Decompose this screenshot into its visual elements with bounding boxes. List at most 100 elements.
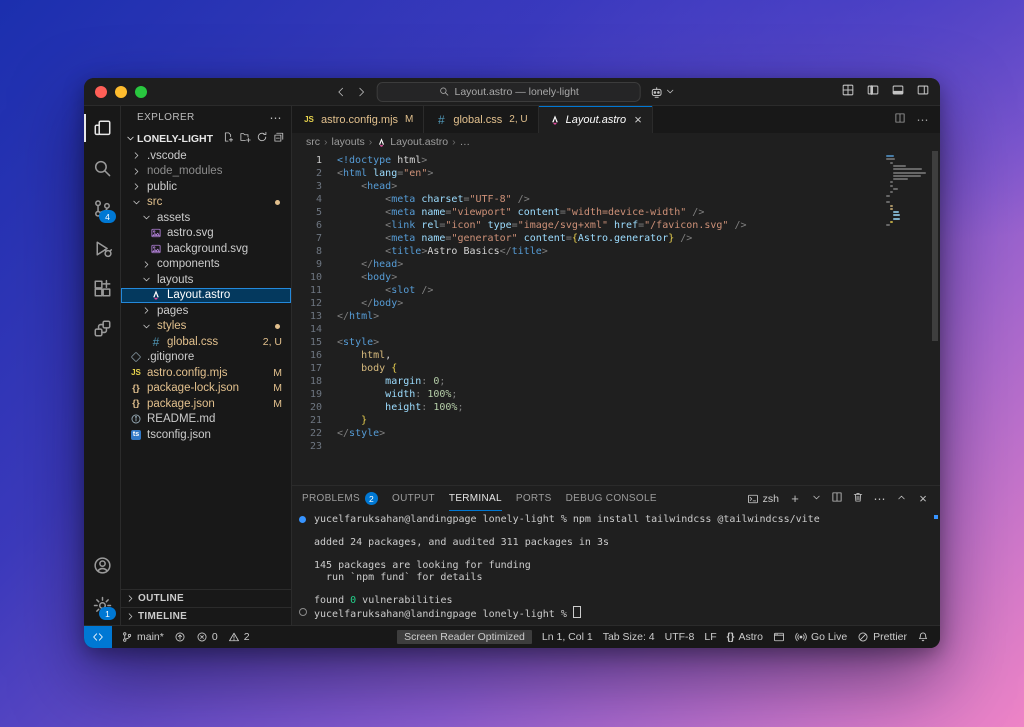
astro-icon xyxy=(376,137,387,148)
tree-item-readme-md[interactable]: README.md xyxy=(121,412,291,428)
activity-item-source-control[interactable]: 4 xyxy=(84,188,120,228)
status-browser[interactable] xyxy=(773,631,785,643)
navigate-forward-button[interactable] xyxy=(356,86,368,98)
toggle-panel-right-button[interactable] xyxy=(916,83,930,100)
tree-item-public[interactable]: public xyxy=(121,179,291,195)
more-icon[interactable]: ⋯ xyxy=(269,111,283,125)
tree-item-layouts[interactable]: layouts xyxy=(121,272,291,288)
tree-item-pages[interactable]: pages xyxy=(121,303,291,319)
tab-global-css[interactable]: # global.css 2, U xyxy=(424,106,539,133)
tree-item-assets[interactable]: assets xyxy=(121,210,291,226)
new-folder-button[interactable] xyxy=(239,131,251,146)
tree-item-astro-config-mjs[interactable]: JS astro.config.mjs M xyxy=(121,365,291,381)
activity-item-extensions[interactable] xyxy=(84,268,120,308)
code-editor[interactable]: 1 <!doctype html> 2 <html lang="en"> 3 <head… xyxy=(292,151,884,485)
customize-layout-button[interactable] xyxy=(841,83,855,100)
split-editor-button[interactable] xyxy=(894,112,906,127)
panel-tab-debug-console[interactable]: DEBUG CONSOLE xyxy=(566,486,657,511)
status-go-live[interactable]: Go Live xyxy=(795,631,847,643)
navigate-back-button[interactable] xyxy=(335,86,347,98)
zoom-window-button[interactable] xyxy=(135,85,147,98)
tree-item-layout-astro[interactable]: Layout.astro xyxy=(121,287,291,303)
ts-icon: ts xyxy=(131,429,141,440)
split-terminal-button[interactable] xyxy=(831,491,843,506)
shell-selector[interactable]: zsh xyxy=(747,493,779,505)
toggle-panel-bottom-button[interactable] xyxy=(891,83,905,100)
breadcrumb-item-[interactable]: … xyxy=(460,136,471,148)
panel-tab-ports[interactable]: PORTS xyxy=(516,486,552,511)
close-panel-button[interactable]: × xyxy=(916,491,930,506)
status-utf-8[interactable]: UTF-8 xyxy=(665,631,695,643)
toggle-panel-left-button[interactable] xyxy=(866,83,880,100)
tab-layout-astro[interactable]: Layout.astro × xyxy=(538,106,653,133)
tree-item-src[interactable]: src xyxy=(121,195,291,211)
activity-item-search[interactable] xyxy=(84,148,120,188)
debug-icon xyxy=(92,238,113,259)
status-bell[interactable] xyxy=(917,631,929,643)
tree-item-package-json[interactable]: {} package.json M xyxy=(121,396,291,412)
close-tab-icon[interactable]: × xyxy=(634,112,642,127)
new-file-button[interactable] xyxy=(222,131,234,146)
status-lf[interactable]: LF xyxy=(704,631,716,643)
chev-d-icon xyxy=(811,492,822,503)
project-root-row[interactable]: LONELY-LIGHT xyxy=(121,129,291,148)
status-astro[interactable]: {} Astro xyxy=(727,630,763,644)
tree-item-gitignore[interactable]: .gitignore xyxy=(121,350,291,366)
status-ln-1-col-1[interactable]: Ln 1, Col 1 xyxy=(542,631,593,643)
maximize-panel-button[interactable] xyxy=(896,492,907,506)
status-prettier[interactable]: Prettier xyxy=(857,631,907,643)
status-main[interactable]: main* xyxy=(121,631,164,643)
minimap-line-mark xyxy=(889,181,894,184)
tree-item-tsconfig-json[interactable]: ts tsconfig.json xyxy=(121,427,291,443)
terminal[interactable]: yucelfaruksahan@landingpage lonely-light… xyxy=(292,511,940,625)
tree-item-astro-svg[interactable]: astro.svg xyxy=(121,226,291,242)
minimap[interactable] xyxy=(884,151,930,485)
tree-item-components[interactable]: components xyxy=(121,257,291,273)
kill-terminal-button[interactable] xyxy=(852,491,864,506)
activity-item-account[interactable] xyxy=(84,545,120,585)
panel-tab-label: OUTPUT xyxy=(391,493,435,504)
status-label: Astro xyxy=(738,631,763,643)
refresh-explorer-button[interactable] xyxy=(256,131,268,146)
status-screen-reader-optimized[interactable]: Screen Reader Optimized xyxy=(397,630,532,644)
activity-item-settings[interactable]: 1 xyxy=(84,585,120,625)
status-tab-size-4[interactable]: Tab Size: 4 xyxy=(603,631,655,643)
scrollbar-thumb[interactable] xyxy=(932,151,938,341)
minimap-line-mark xyxy=(889,221,893,223)
tree-item-package-lock-json[interactable]: {} package-lock.json M xyxy=(121,381,291,397)
panel-tab-output[interactable]: OUTPUT xyxy=(392,486,435,511)
tree-item-vscode[interactable]: .vscode xyxy=(121,148,291,164)
breadcrumb-item-layouts[interactable]: layouts xyxy=(332,136,365,148)
panel-more-actions-button[interactable]: ⋯ xyxy=(873,492,887,506)
status-2[interactable]: 2 xyxy=(228,631,250,643)
command-center-search[interactable]: Layout.astro — lonely-light xyxy=(376,81,641,102)
new-terminal-button[interactable]: + xyxy=(788,491,802,506)
status-sync[interactable] xyxy=(174,631,186,643)
section-outline[interactable]: OUTLINE xyxy=(121,589,291,607)
panel-tab-terminal[interactable]: TERMINAL xyxy=(449,486,502,511)
code-line: 9 </head> xyxy=(292,258,884,271)
terminal-dropdown-button[interactable] xyxy=(811,492,822,506)
minimize-window-button[interactable] xyxy=(115,85,127,98)
remote-indicator[interactable] xyxy=(84,626,112,648)
tree-item-background-svg[interactable]: background.svg xyxy=(121,241,291,257)
breadcrumb-item-src[interactable]: src xyxy=(306,136,320,148)
status-0[interactable]: 0 xyxy=(196,631,218,643)
tab-astro-config-mjs[interactable]: JS astro.config.mjs M xyxy=(292,106,425,133)
tree-item-styles[interactable]: styles xyxy=(121,319,291,335)
collapse-folders-button[interactable] xyxy=(273,131,285,146)
editor-more-actions-button[interactable]: ⋯ xyxy=(916,113,930,127)
tree-item-global-css[interactable]: # global.css 2, U xyxy=(121,334,291,350)
section-timeline[interactable]: TIMELINE xyxy=(121,607,291,625)
activity-item-remote-explorer[interactable] xyxy=(84,308,120,348)
activity-item-explorer[interactable] xyxy=(84,108,120,148)
editor-scrollbar[interactable] xyxy=(930,151,940,485)
breadcrumb-item-layout-astro[interactable]: Layout.astro xyxy=(376,136,448,148)
tree-item-node-modules[interactable]: node_modules xyxy=(121,164,291,180)
panel-tab-problems[interactable]: PROBLEMS 2 xyxy=(302,486,378,511)
activity-item-run-debug[interactable] xyxy=(84,228,120,268)
close-window-button[interactable] xyxy=(95,85,107,98)
copilot-menu[interactable] xyxy=(650,85,676,99)
editor-body[interactable]: 1 <!doctype html> 2 <html lang="en"> 3 <head… xyxy=(292,151,940,485)
